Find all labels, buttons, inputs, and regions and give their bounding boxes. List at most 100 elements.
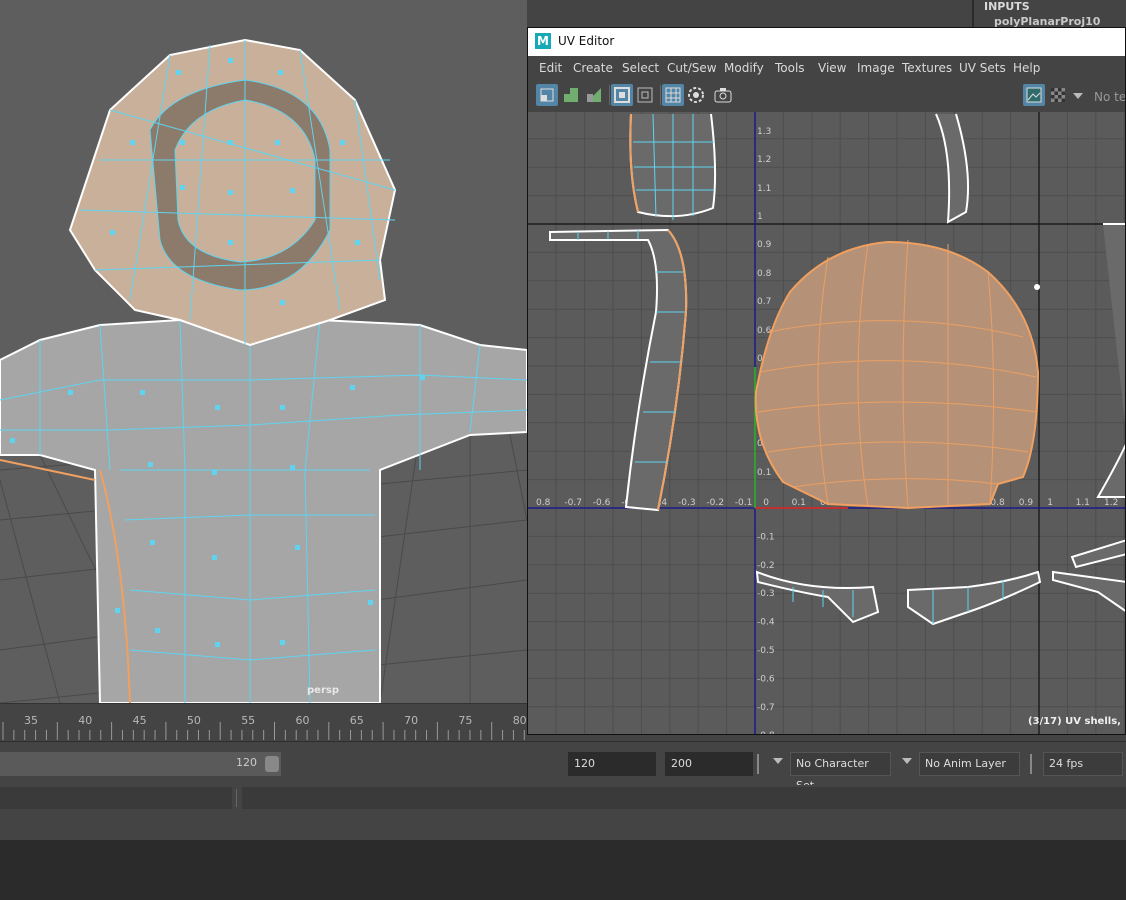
- uv-grid-label-v: 1.1: [757, 184, 771, 194]
- menu-view[interactable]: View: [818, 61, 846, 75]
- animation-end-field[interactable]: 120: [568, 752, 656, 776]
- fps-dropdown[interactable]: 24 fps: [1043, 752, 1123, 776]
- range-slider-end-value: 120: [236, 756, 257, 769]
- uv-editor-title: UV Editor: [558, 34, 615, 48]
- toolbar-separator: [660, 85, 661, 105]
- timeline-tick-label: 45: [132, 714, 147, 727]
- uv-grid-label-v: 0.6: [757, 326, 772, 336]
- uv-grid-label-u: -0.7: [564, 498, 582, 508]
- fps-separator: [1030, 754, 1032, 774]
- texture-dropdown-icon[interactable]: [1073, 93, 1083, 99]
- command-line-separator: [236, 789, 237, 807]
- character-set-dropdown[interactable]: No Character Set: [790, 752, 891, 792]
- empty-area: [0, 840, 1126, 900]
- uv-grid-label-v: -0.5: [757, 646, 775, 656]
- uv-grid-label-v: 1: [757, 212, 763, 222]
- uv-editor-toolbar: No tex: [528, 80, 1125, 113]
- timeline-tick-label: 65: [349, 714, 364, 727]
- menu-image[interactable]: Image: [857, 61, 895, 75]
- uv-grid-label-u: 1.1: [1076, 498, 1090, 508]
- uv-shell-right-edge: [1052, 223, 1125, 612]
- uv-unfold-icon[interactable]: [583, 84, 605, 106]
- inputs-header: INPUTS: [984, 0, 1030, 13]
- menu-modify[interactable]: Modify: [724, 61, 764, 75]
- uv-grid-label-v: -0.8: [757, 731, 775, 734]
- timeline-tick-label: 80: [512, 714, 527, 727]
- menu-select[interactable]: Select: [622, 61, 659, 75]
- uv-grid-label-v: 0.8: [757, 269, 772, 279]
- checker-map-icon[interactable]: [1047, 84, 1069, 106]
- character-set-dropdown-icon[interactable]: [773, 758, 783, 764]
- uv-grid-label-u: -0.2: [706, 498, 724, 508]
- uv-editor-titlebar[interactable]: M UV Editor: [528, 28, 1125, 56]
- menu-create[interactable]: Create: [573, 61, 613, 75]
- menu-textures[interactable]: Textures: [902, 61, 952, 75]
- help-line: [0, 815, 1126, 840]
- uv-shell-bottom-right: [907, 570, 1042, 626]
- uv-grid-label-v: -0.2: [757, 561, 775, 571]
- uv-editor-window[interactable]: M UV Editor Edit Create Select Cut/Sew M…: [527, 27, 1126, 735]
- timeline-tick-label: 60: [295, 714, 310, 727]
- grid-toggle-icon[interactable]: [662, 84, 684, 106]
- time-slider[interactable]: 35 40 45 50 55 60 65 70 75 80: [0, 703, 527, 742]
- uv-grid-label-v: -0.6: [757, 674, 775, 684]
- range-slider[interactable]: 120: [0, 752, 281, 776]
- uv-grid-label-u: 1: [1047, 498, 1053, 508]
- uv-grid-label-v: -0.4: [757, 618, 775, 628]
- anim-layer-dropdown[interactable]: No Anim Layer: [919, 752, 1020, 776]
- uv-shell-bottom-left: [755, 570, 880, 624]
- range-slider-row: 120 120 200 No Character Set No Anim Lay…: [0, 741, 1126, 792]
- camera-label: persp: [307, 685, 339, 696]
- snap-pixel-icon[interactable]: [685, 84, 707, 106]
- uv-grid-label-u: 0.9: [1019, 498, 1034, 508]
- uv-grid-label-u: -0.3: [678, 498, 696, 508]
- uv-grid-label-v: 0.1: [757, 468, 771, 478]
- menu-edit[interactable]: Edit: [539, 61, 562, 75]
- menu-help[interactable]: Help: [1013, 61, 1040, 75]
- image-display-icon[interactable]: [1023, 84, 1045, 106]
- range-separator: [757, 754, 759, 774]
- uv-editor-menubar: Edit Create Select Cut/Sew Modify Tools …: [528, 56, 1125, 80]
- timeline-tick-label: 55: [241, 714, 256, 727]
- display-distortion-icon[interactable]: [634, 84, 656, 106]
- uv-grid-label-u: -0.6: [593, 498, 611, 508]
- uv-shell-head-selected: [754, 239, 1040, 510]
- toolbar-separator: [609, 85, 610, 105]
- timeline-tick-label: 40: [78, 714, 93, 727]
- uv-grid-label-u: 1.2: [1104, 498, 1118, 508]
- uv-manipulator-icon: [1034, 284, 1040, 290]
- timeline-tick-label: 70: [404, 714, 419, 727]
- uv-grid-label-u: 0.1: [792, 498, 806, 508]
- timeline-tick-label: 50: [186, 714, 201, 727]
- uv-grid-label-u: 0.8: [536, 498, 551, 508]
- uv-graph-canvas[interactable]: 0.8-0.7-0.6-0.5-0.4-0.3-0.2-0.100.10.20.…: [528, 112, 1126, 734]
- command-line: [0, 785, 1126, 815]
- uv-grid-label-u: -0.1: [735, 498, 753, 508]
- uv-grid-label-v: 0.7: [757, 297, 771, 307]
- snapshot-camera-icon[interactable]: [712, 84, 734, 106]
- uv-grid-label-v: -0.7: [757, 703, 775, 713]
- uv-shell-select-icon[interactable]: [536, 84, 558, 106]
- uv-layout-icon[interactable]: [560, 84, 582, 106]
- uv-grid-label-v: 1.3: [757, 127, 771, 137]
- uv-graph-area[interactable]: 0.8-0.7-0.6-0.5-0.4-0.3-0.2-0.100.10.20.…: [528, 112, 1126, 734]
- viewport-canvas[interactable]: [0, 0, 527, 703]
- channel-box: INPUTS polyPlanarProj10: [972, 0, 1126, 28]
- maya-logo-icon: M: [535, 33, 551, 49]
- display-shell-border-icon[interactable]: [611, 84, 633, 106]
- command-result-field[interactable]: [242, 787, 1126, 809]
- perspective-viewport[interactable]: persp: [0, 0, 527, 703]
- texture-dropdown[interactable]: No tex: [1094, 90, 1125, 104]
- menu-tools[interactable]: Tools: [775, 61, 805, 75]
- playback-end-field[interactable]: 200: [665, 752, 753, 776]
- menu-cut-sew[interactable]: Cut/Sew: [667, 61, 717, 75]
- uv-shell-top-left: [629, 113, 717, 220]
- body-mesh: [0, 318, 527, 703]
- anim-layer-dropdown-icon[interactable]: [902, 758, 912, 764]
- menu-uv-sets[interactable]: UV Sets: [959, 61, 1006, 75]
- uv-grid-label-v: -0.3: [757, 589, 775, 599]
- timeline-tick-label: 75: [458, 714, 473, 727]
- range-slider-handle[interactable]: [265, 756, 279, 772]
- uv-shell-arm-left: [549, 228, 688, 512]
- command-language-field[interactable]: [0, 787, 232, 809]
